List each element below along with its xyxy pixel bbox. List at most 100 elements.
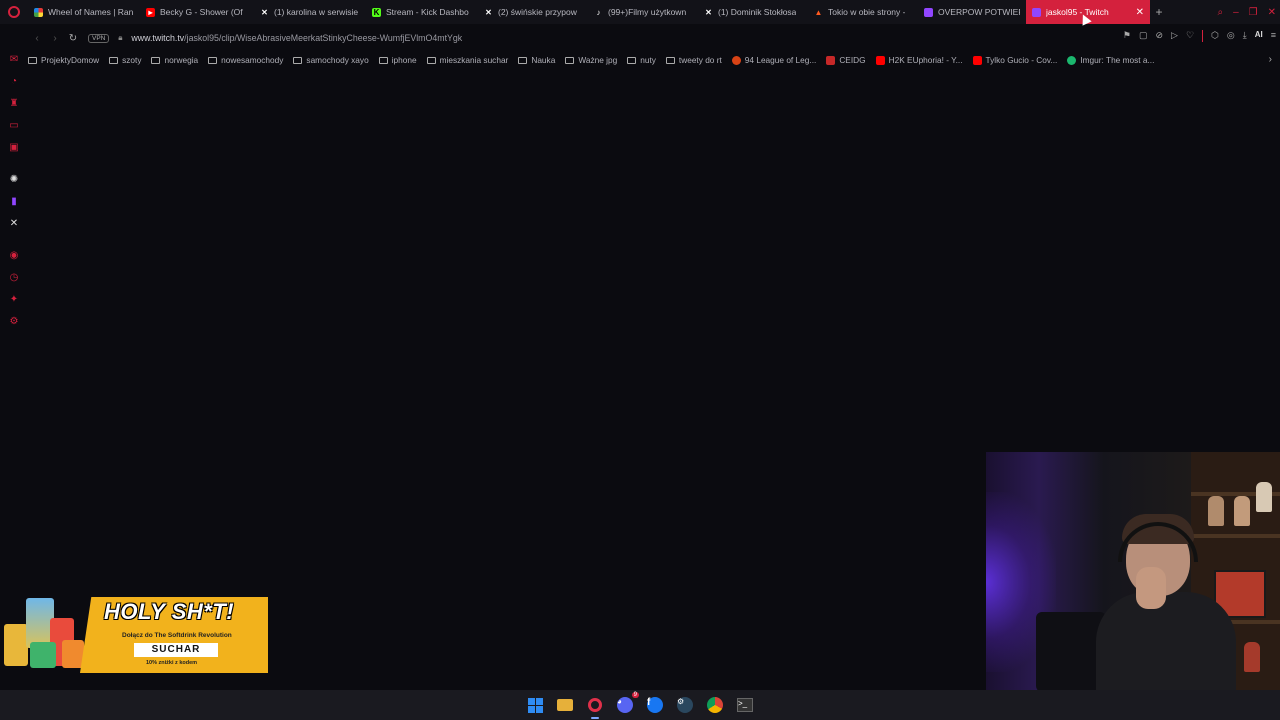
bookmark-label: szoty — [122, 55, 142, 65]
steam-icon[interactable]: ⚙ — [675, 695, 695, 715]
tab-becky-g[interactable]: ▸ Becky G - Shower (Of — [140, 0, 254, 24]
x-icon: ✕ — [261, 7, 268, 17]
bookmark-icon[interactable]: ⚑ — [1123, 30, 1131, 42]
url-path: /jaskol95/clip/WiseAbrasiveMeerkatStinky… — [184, 33, 463, 43]
tab-title: (1) karolina w serwisie — [274, 7, 359, 17]
chatgpt-icon[interactable]: ✺ — [0, 168, 28, 190]
reload-icon[interactable]: ↻ — [64, 33, 82, 44]
taskbar: ◕ 9 f ⚙ >_ — [0, 690, 1280, 720]
bookmark-folder[interactable]: tweety do rt — [665, 55, 722, 65]
x-icon[interactable]: ✕ — [0, 212, 28, 234]
bookmark-label: Tylko Gucio - Cov... — [985, 55, 1058, 65]
tab-karolina[interactable]: ✕ (1) karolina w serwisie — [254, 0, 366, 24]
sponsor-ad-overlay: HOLY SH*T! Dołącz do The Softdrink Revol… — [0, 592, 268, 673]
twitch-icon[interactable]: ▮ — [0, 190, 28, 212]
tab-title: Becky G - Shower (Of — [160, 7, 243, 17]
file-explorer-icon[interactable] — [555, 695, 575, 715]
bookmark-folder[interactable]: samochody xayo — [293, 55, 369, 65]
twitch-icon — [1032, 7, 1041, 17]
wheel-icon — [34, 7, 43, 17]
x-icon: ✕ — [485, 7, 492, 17]
youtube-icon — [972, 55, 982, 65]
maximize-icon[interactable]: ❐ — [1249, 7, 1258, 18]
windows-start-icon[interactable] — [525, 695, 545, 715]
facebook-icon[interactable]: f — [645, 695, 665, 715]
bookmark-folder[interactable]: nuty — [627, 55, 656, 65]
bookmark-folder[interactable]: Ważne jpg — [565, 55, 617, 65]
gx-control-icon[interactable]: ◔ — [0, 70, 28, 92]
ai-button[interactable]: AI — [1255, 30, 1263, 42]
new-tab-button[interactable]: + — [1150, 5, 1168, 19]
tab-kick-dashboard[interactable]: K Stream - Kick Dashbo — [366, 0, 478, 24]
opera-gx-logo-icon[interactable] — [0, 0, 28, 24]
terminal-icon[interactable]: >_ — [735, 695, 755, 715]
bookmark-folder[interactable]: szoty — [109, 55, 141, 65]
tab-title: Stream - Kick Dashbo — [386, 7, 469, 17]
bookmark-folder[interactable]: norwegia — [151, 55, 198, 65]
bookmark-folder[interactable]: iphone — [378, 55, 417, 65]
bookmark-folder[interactable]: nowesamochody — [208, 55, 283, 65]
back-arrow-icon[interactable]: ‹ — [28, 33, 46, 44]
tab-title: (2) świńskie przypow — [498, 7, 577, 17]
x-icon: ✕ — [705, 7, 712, 17]
tab-overpow[interactable]: OVERPOW POTWIERD — [918, 0, 1026, 24]
url-field[interactable]: www.twitch.tv/jaskol95/clip/WiseAbrasive… — [131, 33, 462, 43]
heart-icon[interactable]: ♡ — [1186, 30, 1194, 42]
minimize-icon[interactable]: – — [1233, 7, 1239, 18]
opera-gx-taskbar-icon[interactable] — [585, 695, 605, 719]
folder-icon — [565, 56, 575, 64]
tab-wheel-of-names[interactable]: Wheel of Names | Ran — [28, 0, 140, 24]
snapshot-icon[interactable]: ▢ — [1139, 30, 1148, 42]
bookmark-folder[interactable]: mieszkania suchar — [426, 55, 509, 65]
tab-tiktok[interactable]: ♪ (99+)Filmy użytkown — [588, 0, 698, 24]
download-icon[interactable]: ⤓ — [1243, 30, 1247, 42]
gx-corner-icon[interactable]: ✉ — [0, 48, 28, 70]
bookmark-link[interactable]: Imgur: The most a... — [1067, 55, 1154, 65]
bookmark-label: tweety do rt — [678, 55, 722, 65]
youtube-icon: ▸ — [146, 7, 155, 17]
extensions-icon[interactable]: ⬡ — [1211, 30, 1219, 42]
close-tab-icon[interactable]: ✕ — [1136, 7, 1144, 18]
adblock-icon[interactable]: ⊘ — [1155, 30, 1163, 42]
tab-dominik[interactable]: ✕ (1) Dominik Stokłosa — [698, 0, 808, 24]
twitch-sidebar-icon[interactable]: ▭ — [0, 114, 28, 136]
bookmark-label: samochody xayo — [306, 55, 369, 65]
folder-icon — [109, 56, 119, 64]
more-bookmarks-icon[interactable]: › — [1269, 54, 1272, 65]
player-icon[interactable]: ♜ — [0, 92, 28, 114]
bookmark-link[interactable]: 94 League of Leg... — [731, 55, 816, 65]
fire-icon: ▲ — [814, 7, 823, 17]
lock-icon[interactable]: 🔒︎ — [113, 33, 127, 43]
clock-icon[interactable]: ◷ — [0, 266, 28, 288]
kick-icon: K — [372, 7, 381, 17]
chrome-icon[interactable] — [705, 695, 725, 715]
history-icon[interactable]: ◉ — [0, 244, 28, 266]
messenger-icon[interactable]: ▣ — [0, 136, 28, 158]
settings-icon[interactable]: ⚙ — [0, 310, 28, 332]
vpn-badge[interactable]: VPN — [88, 33, 110, 43]
menu-icon[interactable]: ≡ — [1271, 30, 1276, 42]
close-window-icon[interactable]: ✕ — [1268, 7, 1276, 18]
bookmark-folder[interactable]: ProjektyDomow — [28, 55, 99, 65]
bookmark-link[interactable]: H2K EUphoria! - Y... — [875, 55, 963, 65]
folder-icon — [518, 56, 528, 64]
search-tabs-icon[interactable]: ⌕ — [1217, 7, 1223, 18]
folder-icon — [151, 56, 161, 64]
extensions-sidebar-icon[interactable]: ✦ — [0, 288, 28, 310]
address-bar: ‹ › ↻ VPN 🔒︎ www.twitch.tv/jaskol95/clip… — [28, 28, 1280, 48]
bookmark-label: mieszkania suchar — [439, 55, 509, 65]
forward-arrow-icon[interactable]: › — [46, 33, 64, 44]
ad-subline: Dołącz do The Softdrink Revolution — [122, 632, 232, 639]
streamer-webcam — [986, 452, 1280, 690]
bookmark-link[interactable]: Tylko Gucio - Cov... — [972, 55, 1058, 65]
play-icon[interactable]: ▷ — [1171, 30, 1178, 42]
tab-swinskie[interactable]: ✕ (2) świńskie przypow — [478, 0, 588, 24]
bookmarks-bar: ProjektyDomow szoty norwegia nowesamocho… — [28, 52, 1280, 68]
discord-icon[interactable]: ◕ 9 — [615, 692, 639, 715]
bookmark-label: nowesamochody — [221, 55, 284, 65]
tab-tokio[interactable]: ▲ Tokio w obie strony - — [808, 0, 918, 24]
bookmark-link[interactable]: CEIDG — [826, 55, 866, 65]
folder-icon — [627, 56, 637, 64]
profile-icon[interactable]: ◎ — [1227, 30, 1235, 42]
bookmark-folder[interactable]: Nauka — [518, 55, 555, 65]
